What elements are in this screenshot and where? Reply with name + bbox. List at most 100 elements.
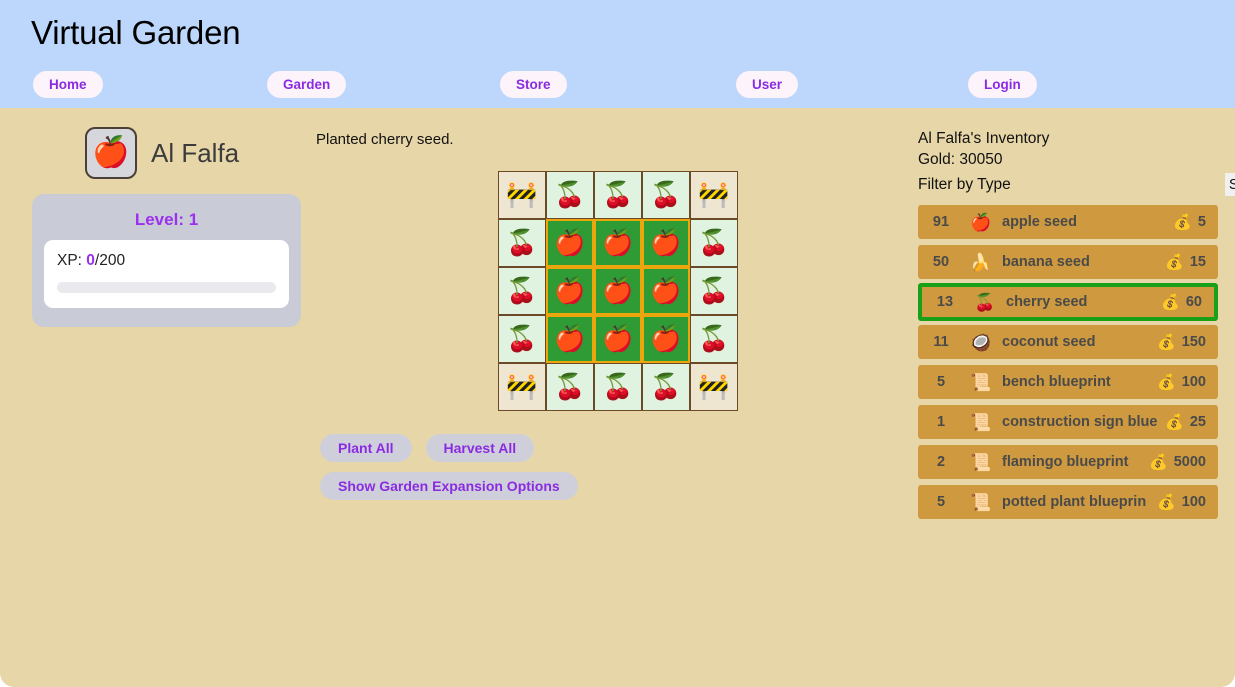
money-bag-icon: 💰 [1161,293,1180,311]
nav-item-store[interactable]: Store [500,71,567,98]
status-message: Planted cherry seed. [316,131,454,148]
money-bag-icon: 💰 [1157,373,1176,391]
item-name: bench blueprint [1002,374,1111,390]
banana-icon: 🍌 [970,252,992,272]
garden-cell-empty[interactable]: 🍒 [498,219,546,267]
xp-max-value: /200 [94,252,126,269]
cherry-icon: 🍒 [698,324,730,353]
garden-cell-planted[interactable]: 🍎 [642,315,690,363]
garden-cell-planted[interactable]: 🍎 [546,267,594,315]
item-price: 💰 5000 [1149,454,1218,470]
cherry-icon: 🍒 [602,180,634,209]
item-quantity: 91 [932,214,950,230]
garden-cell-planted[interactable]: 🍎 [642,219,690,267]
garden-cell-locked[interactable]: 🚧 [690,363,738,411]
apple-icon: 🍎 [970,212,992,232]
filter-type-select[interactable]: Select an option ▾ [1224,173,1235,196]
item-price: 💰 5 [1173,214,1218,230]
inventory-row[interactable]: 1 📜 construction sign blue 💰 25 [918,405,1218,439]
inventory-row[interactable]: 5 📜 bench blueprint 💰 100 [918,365,1218,399]
item-price-value: 60 [1185,294,1202,310]
apple-icon: 🍎 [602,276,634,305]
cherry-icon: 🍒 [506,324,538,353]
item-price: 💰 25 [1165,414,1218,430]
garden-cell-empty[interactable]: 🍒 [642,171,690,219]
money-bag-icon: 💰 [1157,333,1176,351]
construction-icon: 🚧 [506,372,538,401]
money-bag-icon: 💰 [1149,453,1168,471]
level-card: Level: 1 XP: 0/200 [32,194,301,327]
inventory-row[interactable]: 91 🍎 apple seed 💰 5 [918,205,1218,239]
nav-item-garden[interactable]: Garden [267,71,347,98]
money-bag-icon: 💰 [1165,413,1184,431]
cherry-icon: 🍒 [554,372,586,401]
garden-cell-empty[interactable]: 🍒 [642,363,690,411]
avatar: 🍎 [85,127,137,179]
garden-grid: 🚧 🍒 🍒 🍒 🚧 🍒 🍎 🍎 🍎 🍒 🍒 🍎 🍎 🍎 🍒 🍒 🍎 🍎 🍎 🍒 🚧 🍒 🍒 🍒 🚧 [498,171,738,411]
item-name: potted plant blueprin [1002,494,1147,510]
garden-cell-planted[interactable]: 🍎 [546,219,594,267]
garden-cell-locked[interactable]: 🚧 [498,363,546,411]
xp-current-value: 0 [86,252,95,269]
item-price-value: 25 [1189,414,1206,430]
garden-cell-planted[interactable]: 🍎 [642,267,690,315]
garden-cell-empty[interactable]: 🍒 [594,171,642,219]
inventory-row[interactable]: 50 🍌 banana seed 💰 15 [918,245,1218,279]
profile-header: 🍎 Al Falfa [85,127,239,179]
filter-label: Filter by Type [918,176,1011,193]
filter-row: Filter by Type Select an option ▾ [918,173,1235,197]
item-quantity: 1 [936,414,946,430]
apple-icon: 🍎 [650,276,682,305]
garden-cell-empty[interactable]: 🍒 [690,267,738,315]
plant-all-button[interactable]: Plant All [320,434,412,462]
garden-cell-planted[interactable]: 🍎 [594,267,642,315]
level-label: Level: 1 [134,210,199,229]
inventory-title: Al Falfa's Inventory [918,130,1050,147]
garden-cell-empty[interactable]: 🍒 [690,315,738,363]
apple-icon: 🍎 [650,324,682,353]
item-name: apple seed [1002,214,1077,230]
garden-cell-empty[interactable]: 🍒 [498,315,546,363]
nav-item-user[interactable]: User [736,71,799,98]
garden-expansion-row: Show Garden Expansion Options [320,472,578,500]
apple-icon: 🍎 [554,276,586,305]
garden-cell-empty[interactable]: 🍒 [690,219,738,267]
item-name: coconut seed [1002,334,1096,350]
item-price-value: 100 [1181,374,1206,390]
construction-icon: 🚧 [506,180,538,209]
construction-icon: 🚧 [698,180,730,209]
cherry-icon: 🍒 [650,372,682,401]
item-quantity: 11 [933,334,949,350]
filter-selected-value: Select an option [1228,176,1235,193]
garden-cell-empty[interactable]: 🍒 [594,363,642,411]
item-price: 💰 60 [1161,294,1214,310]
item-name: banana seed [1002,254,1090,270]
garden-cell-locked[interactable]: 🚧 [690,171,738,219]
garden-cell-empty[interactable]: 🍒 [498,267,546,315]
garden-cell-planted[interactable]: 🍎 [546,315,594,363]
construction-icon: 🚧 [698,372,730,401]
garden-cell-empty[interactable]: 🍒 [546,171,594,219]
inventory-row[interactable]: 2 📜 flamingo blueprint 💰 5000 [918,445,1218,479]
cherry-icon: 🍒 [602,372,634,401]
inventory-panel: Al Falfa's Inventory Gold: 30050 Filter … [918,130,1235,525]
item-price-value: 5 [1197,214,1206,230]
garden-cell-planted[interactable]: 🍎 [594,315,642,363]
inventory-row[interactable]: 13 🍒 cherry seed 💰 60 [918,283,1218,321]
item-price: 💰 150 [1157,334,1218,350]
nav-item-home[interactable]: Home [33,71,103,98]
harvest-all-button[interactable]: Harvest All [425,434,535,462]
garden-cell-empty[interactable]: 🍒 [546,363,594,411]
garden-cell-planted[interactable]: 🍎 [594,219,642,267]
blueprint-icon: 📜 [970,372,992,392]
show-garden-expansion-options-button[interactable]: Show Garden Expansion Options [320,472,578,500]
garden-cell-locked[interactable]: 🚧 [498,171,546,219]
item-price: 💰 100 [1157,494,1218,510]
nav-item-login[interactable]: Login [968,71,1037,98]
garden-action-row: Plant All Harvest All [320,434,535,462]
inventory-row[interactable]: 11 🥥 coconut seed 💰 150 [918,325,1218,359]
inventory-list: 91 🍎 apple seed 💰 5 50 🍌 banana seed 💰 15 13 🍒 cherr… [918,205,1218,519]
cherry-icon: 🍒 [506,276,538,305]
cherry-icon: 🍒 [974,292,996,312]
inventory-row[interactable]: 5 📜 potted plant blueprin 💰 100 [918,485,1218,519]
